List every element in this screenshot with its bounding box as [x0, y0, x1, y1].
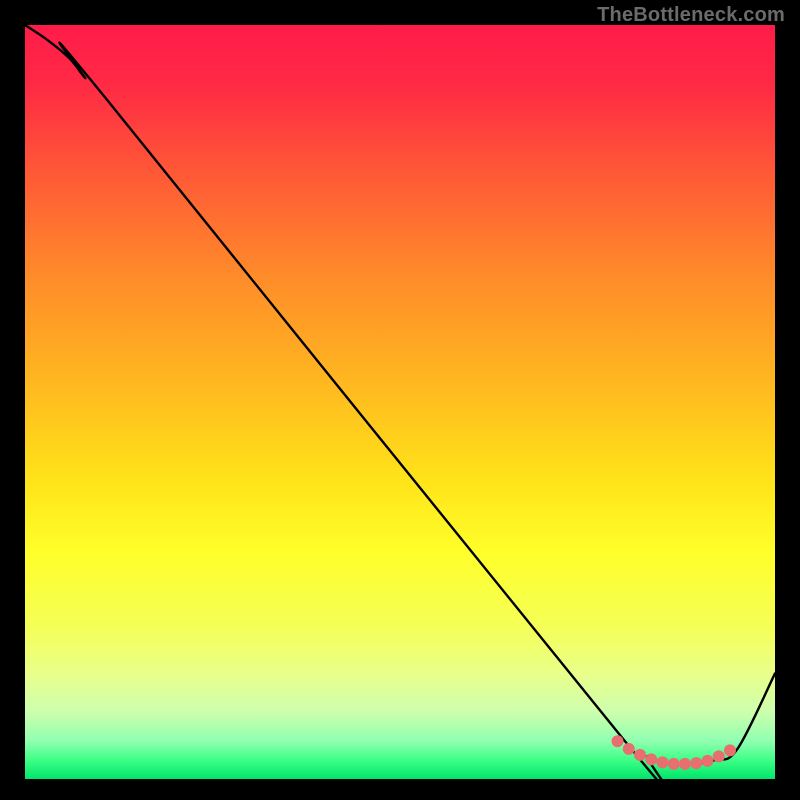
sweet-spot-marker [612, 735, 624, 747]
sweet-spot-marker [724, 744, 736, 756]
sweet-spot-marker [657, 756, 669, 768]
sweet-spot-marker [645, 753, 657, 765]
chart-container: { "attribution": "TheBottleneck.com", "c… [0, 0, 800, 800]
sweet-spot-marker [634, 749, 646, 761]
attribution-label: TheBottleneck.com [597, 4, 785, 27]
bottleneck-chart [0, 0, 800, 800]
sweet-spot-marker [668, 758, 680, 770]
sweet-spot-marker [623, 743, 635, 755]
sweet-spot-marker [713, 750, 725, 762]
sweet-spot-marker [679, 758, 691, 770]
sweet-spot-marker [702, 755, 714, 767]
sweet-spot-marker [690, 757, 702, 769]
